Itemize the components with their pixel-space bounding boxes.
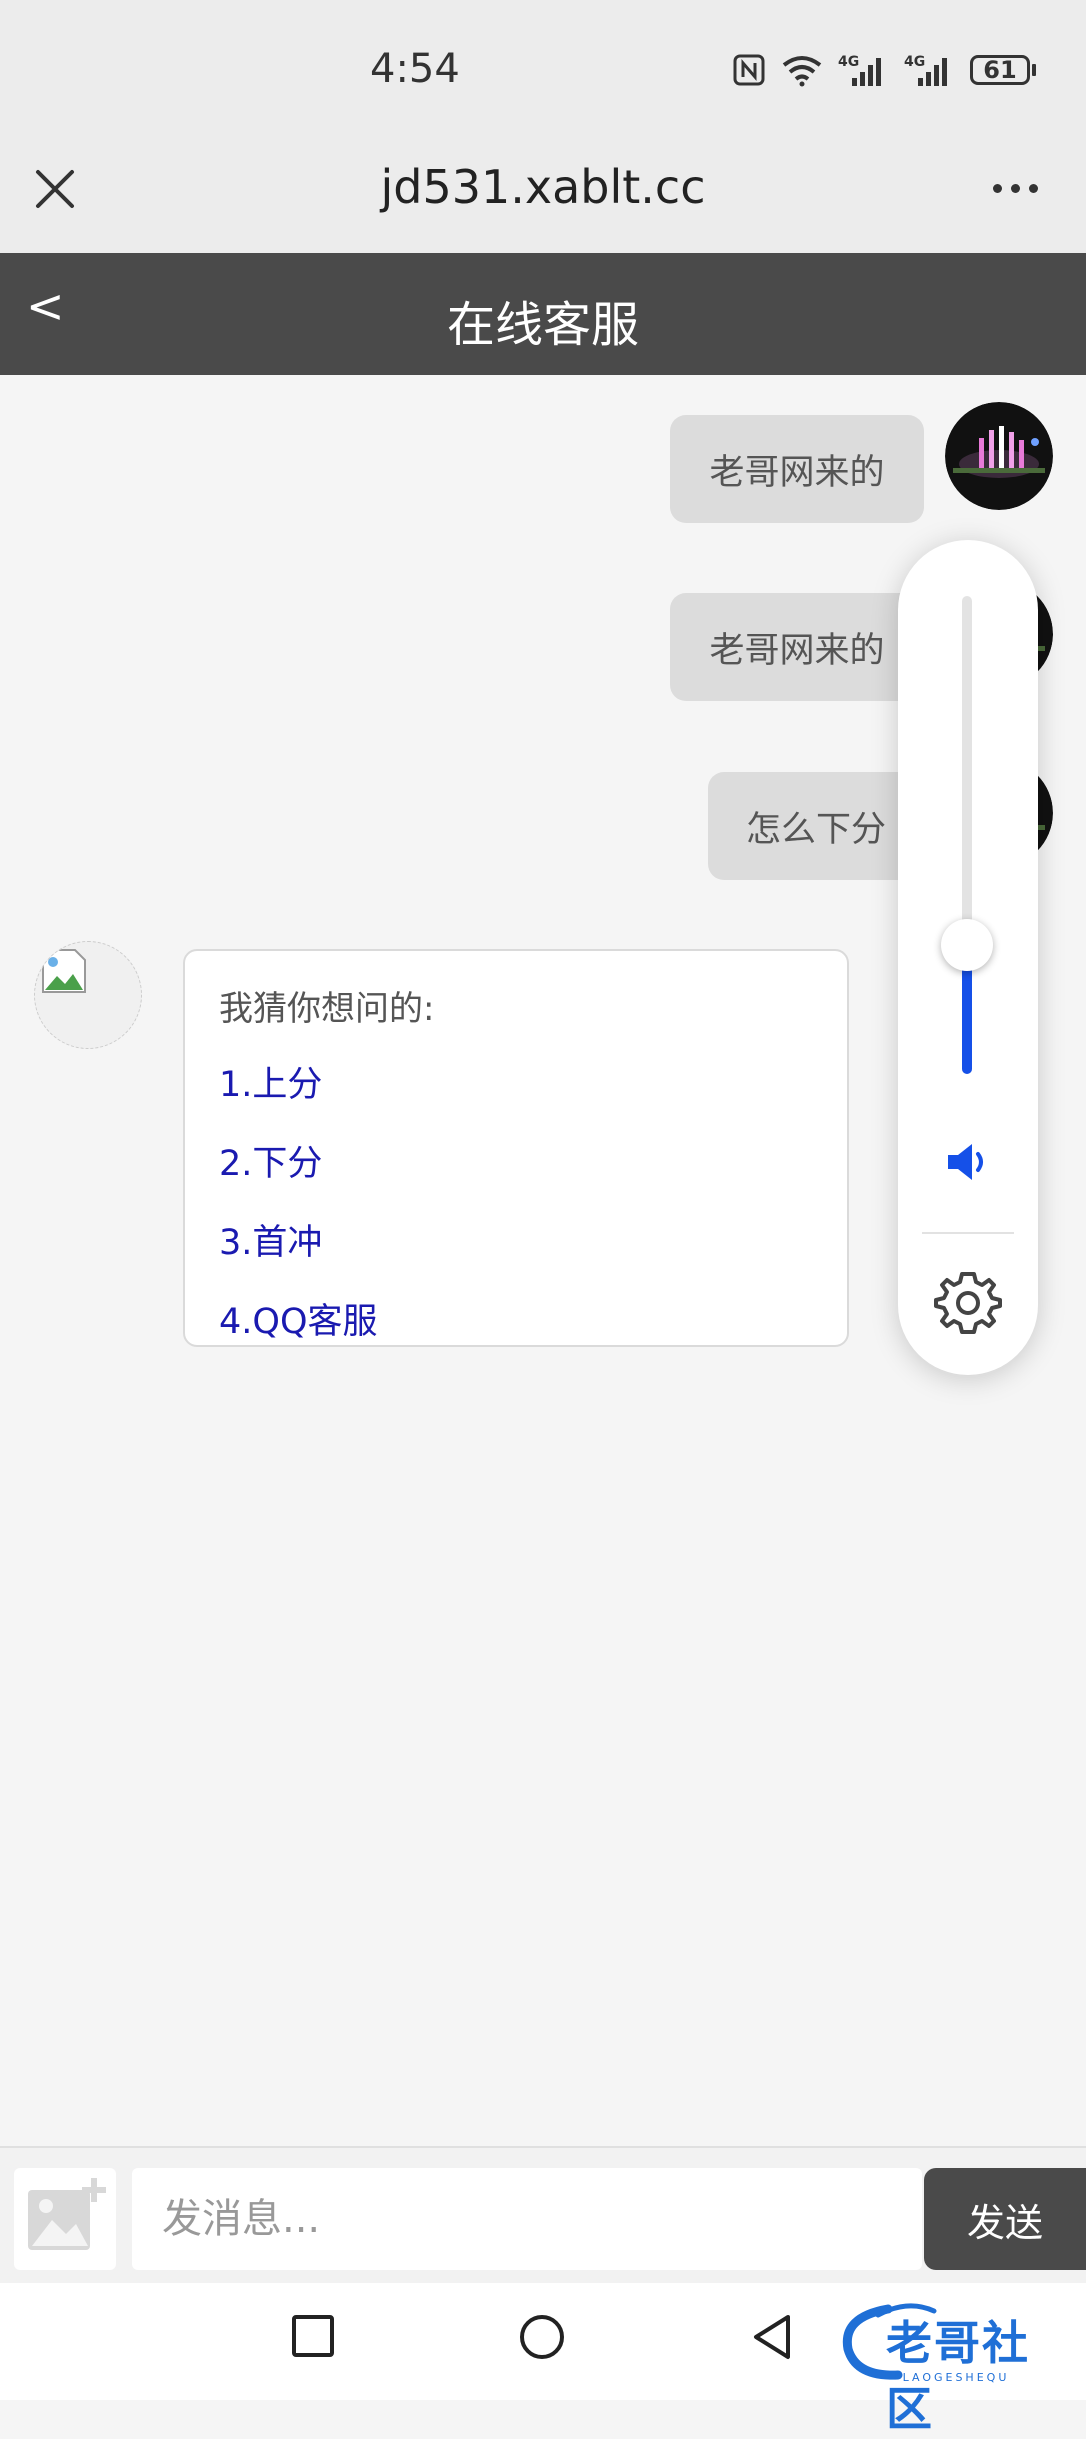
system-nav-bar: LAOGESHEQU 老哥社区 [0,2283,1086,2436]
sent-message-text: 怎么下分 [745,809,886,850]
status-icons: 4G 4G 61 [732,52,1036,88]
svg-text:4G: 4G [904,54,925,70]
status-time: 4:54 [370,46,460,92]
speaker-icon[interactable] [944,1140,992,1184]
app-header: < 在线客服 [0,253,1086,375]
watermark-text: 老哥社区 [886,2316,1030,2436]
page-title: 在线客服 [446,297,639,353]
reply-intro: 我猜你想问的: [219,989,435,1029]
message-input[interactable] [132,2168,922,2270]
send-button[interactable]: 发送 [924,2168,1086,2270]
gear-icon[interactable] [934,1268,1002,1336]
user-avatar[interactable] [945,402,1053,510]
reply-option-link[interactable]: 1.上分 [219,1056,813,1107]
sent-message-bubble: 老哥网来的 [670,593,924,701]
message-composer: 发送 [0,2146,1086,2285]
home-circle-icon[interactable] [518,2313,566,2361]
bot-reply-card: 我猜你想问的: 1.上分 2.下分 3.首冲 4.QQ客服 [183,949,849,1347]
reply-option-link[interactable]: 4.QQ客服 [219,1293,813,1344]
watermark-logo: LAOGESHEQU 老哥社区 [838,2297,1074,2436]
signal-4g-icon: 4G [904,54,947,86]
battery-level: 61 [970,55,1030,85]
broken-image-icon [42,949,86,993]
close-icon[interactable] [32,166,78,212]
wifi-icon [782,56,822,87]
reply-option-link[interactable]: 3.首冲 [219,1214,813,1265]
sent-message-bubble: 怎么下分 [708,772,924,880]
bot-avatar [34,941,142,1049]
volume-panel [898,540,1038,1375]
add-image-button[interactable] [14,2168,116,2270]
more-horizontal-icon[interactable] [993,184,1038,193]
more-dot [1029,184,1038,193]
more-dot [993,184,1002,193]
nfc-icon [733,54,765,86]
recents-square-icon[interactable] [290,2313,336,2359]
browser-bar: jd531.xablt.cc [0,140,1086,253]
svg-text:4G: 4G [838,54,859,70]
add-image-icon [28,2178,106,2250]
volume-panel-divider [922,1232,1014,1234]
more-dot [1011,184,1020,193]
signal-4g-icon: 4G [838,54,881,86]
status-bar: 4:54 4G 4G 61 [0,0,1086,140]
user-avatar-image [945,402,1053,510]
sent-message-text: 老哥网来的 [709,452,885,493]
battery-indicator: 61 [970,55,1036,85]
browser-url[interactable]: jd531.xablt.cc [0,160,1086,214]
back-triangle-icon[interactable] [750,2313,794,2361]
sent-message-text: 老哥网来的 [709,630,885,671]
sent-message-bubble: 老哥网来的 [670,415,924,523]
battery-tip [1032,64,1036,76]
volume-slider-thumb[interactable] [941,919,993,971]
reply-option-link[interactable]: 2.下分 [219,1135,813,1186]
